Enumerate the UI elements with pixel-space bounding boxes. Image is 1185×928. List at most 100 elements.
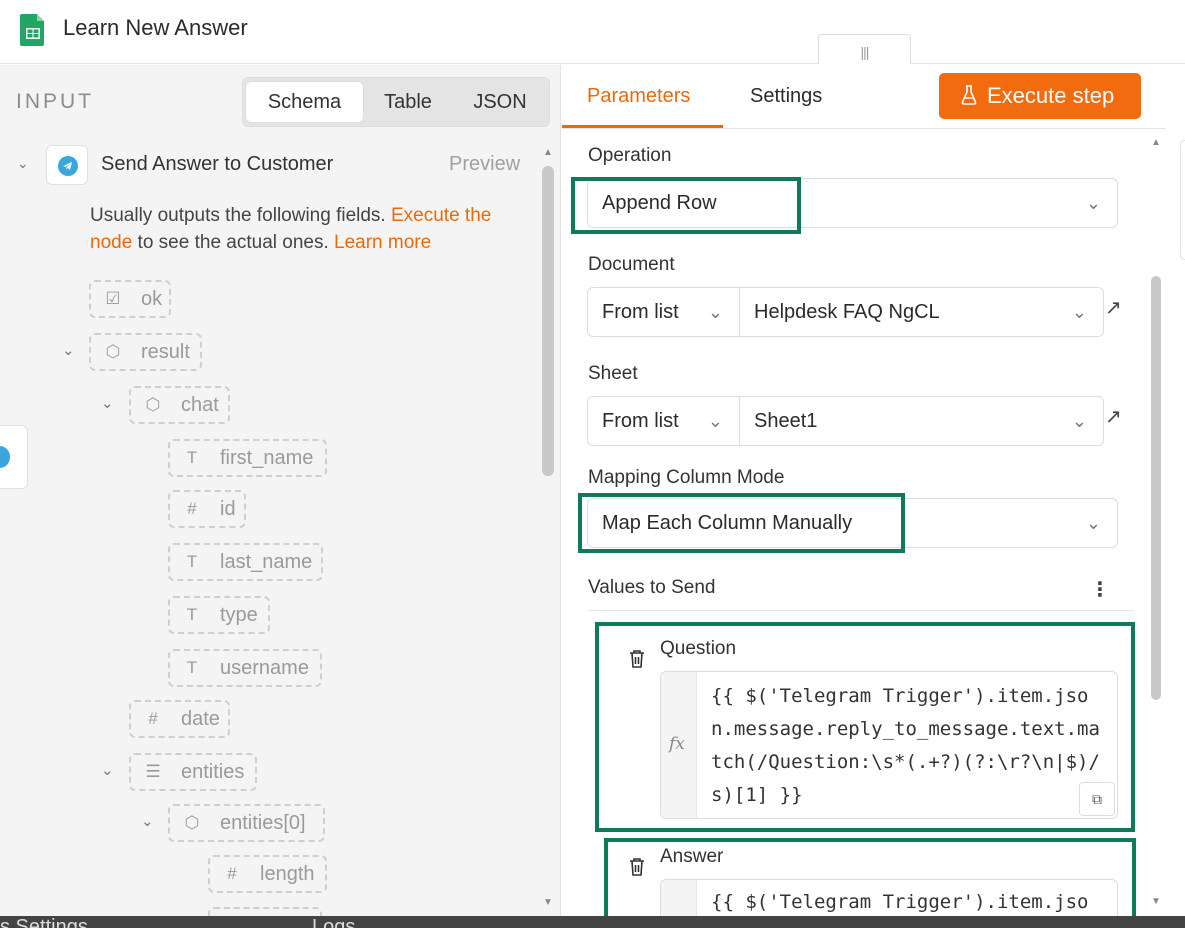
schema-field-partial[interactable]	[208, 907, 322, 916]
string-type-icon: T	[186, 552, 198, 571]
preview-label: Preview	[449, 153, 521, 175]
schema-field-entities[interactable]: ☰ entities	[129, 753, 257, 791]
chevron-down-icon[interactable]: ⌄	[141, 812, 154, 830]
schema-field-label: entities[0]	[220, 812, 306, 834]
telegram-icon	[58, 156, 78, 176]
telegram-node-icon	[46, 145, 88, 185]
schema-field-label: result	[141, 341, 190, 363]
view-tab-schema[interactable]: Schema	[246, 82, 363, 122]
execute-step-label: Execute step	[987, 83, 1115, 108]
schema-field-label: id	[220, 498, 236, 520]
modal-header: Learn New Answer |||	[0, 0, 1185, 64]
highlight-box-operation	[571, 177, 801, 234]
input-node-row[interactable]: ⌄ Send Answer to Customer Preview	[0, 145, 540, 187]
learn-more-link[interactable]: Learn more	[334, 232, 431, 253]
schema-field-first-name[interactable]: Tfirst_name	[168, 439, 327, 477]
node-details-modal: Learn New Answer ||| INPUT Schema Table …	[0, 0, 1185, 916]
input-panel-scroll-thumb[interactable]	[542, 166, 554, 476]
view-mode-switcher: Schema Table JSON	[242, 77, 550, 127]
document-mode-select[interactable]: From list ⌄	[587, 287, 740, 337]
tabs-divider	[562, 128, 1166, 129]
document-value-select[interactable]: Helpdesk FAQ NgCL ⌄	[739, 287, 1104, 337]
schema-field-label: type	[220, 604, 258, 626]
chevron-down-icon: ⌄	[707, 302, 723, 322]
scroll-down-arrow[interactable]: ▼	[1151, 896, 1161, 907]
schema-field-type[interactable]: Ttype	[168, 596, 270, 634]
input-panel: INPUT Schema Table JSON ⌄ Send Answer to…	[0, 65, 561, 916]
schema-field-entities-0[interactable]: ⬡ entities[0]	[168, 804, 325, 842]
google-sheets-icon	[20, 14, 44, 46]
telegram-icon	[0, 446, 10, 468]
document-label: Document	[588, 254, 675, 275]
schema-field-label: date	[181, 708, 220, 730]
boolean-type-icon: ☑	[105, 289, 121, 308]
mapping-mode-label: Mapping Column Mode	[588, 467, 785, 488]
number-type-icon: #	[227, 864, 237, 883]
scroll-up-arrow[interactable]: ▲	[543, 147, 553, 158]
scroll-down-arrow[interactable]: ▼	[543, 897, 553, 908]
highlight-box-mapping	[578, 493, 905, 553]
object-type-icon: ⬡	[184, 813, 200, 832]
external-link-icon[interactable]: ↗	[1105, 295, 1122, 320]
schema-field-result[interactable]: ⬡ result	[89, 333, 202, 371]
view-tab-table[interactable]: Table	[365, 82, 451, 122]
document-mode-value: From list	[602, 301, 679, 323]
highlight-box-answer	[604, 838, 1136, 916]
sheet-value: Sheet1	[754, 410, 818, 432]
schema-field-label: ok	[141, 288, 163, 310]
external-link-icon[interactable]: ↗	[1105, 404, 1122, 429]
object-type-icon: ⬡	[105, 342, 121, 361]
schema-field-date[interactable]: # date	[129, 700, 230, 738]
drag-handle-icon[interactable]: |||	[818, 34, 911, 64]
schema-field-length[interactable]: # length	[208, 855, 327, 893]
background-canvas-strip: s Settings Logs	[0, 914, 1185, 928]
schema-field-last-name[interactable]: Tlast_name	[168, 543, 323, 581]
schema-field-label: entities	[181, 761, 245, 783]
array-type-icon: ☰	[145, 762, 161, 781]
schema-field-label: first_name	[220, 447, 314, 469]
schema-field-ok[interactable]: ☑ ok	[89, 280, 171, 318]
number-type-icon: #	[187, 499, 197, 518]
description-text-2: to see the actual ones.	[132, 232, 335, 253]
telegram-trigger-node[interactable]	[0, 425, 28, 489]
tab-parameters[interactable]: Parameters	[587, 85, 690, 108]
string-type-icon: T	[186, 605, 198, 624]
chevron-down-icon: ⌄	[1071, 411, 1087, 431]
chevron-down-icon: ⌄	[1085, 513, 1101, 533]
values-to-send-divider	[588, 610, 1134, 611]
schema-description: Usually outputs the following fields. Ex…	[90, 202, 520, 256]
modal-title: Learn New Answer	[63, 15, 248, 40]
parameters-scroll-thumb[interactable]	[1151, 276, 1161, 700]
description-text: Usually outputs the following fields.	[90, 205, 391, 226]
chevron-down-icon[interactable]: ⌄	[17, 155, 29, 172]
highlight-box-question	[595, 622, 1135, 832]
sheet-value-select[interactable]: Sheet1 ⌄	[739, 396, 1104, 446]
background-logs-label: Logs	[312, 916, 356, 928]
tab-settings[interactable]: Settings	[750, 85, 822, 108]
document-value: Helpdesk FAQ NgCL	[754, 301, 940, 323]
schema-field-chat[interactable]: ⬡ chat	[129, 386, 230, 424]
view-tab-json[interactable]: JSON	[453, 82, 547, 122]
parameters-panel: Parameters Settings Execute step Operati…	[562, 65, 1166, 916]
sheet-label: Sheet	[588, 363, 638, 384]
sheet-mode-value: From list	[602, 410, 679, 432]
scroll-up-arrow[interactable]: ▲	[1151, 137, 1161, 148]
kebab-menu-icon[interactable]: ⋮	[1090, 577, 1110, 602]
object-type-icon: ⬡	[145, 395, 161, 414]
chevron-down-icon[interactable]: ⌄	[101, 394, 114, 412]
execute-step-button[interactable]: Execute step	[939, 73, 1141, 119]
schema-field-username[interactable]: Tusername	[168, 649, 322, 687]
output-panel-edge	[1180, 140, 1185, 260]
operation-label: Operation	[588, 145, 672, 166]
schema-field-id[interactable]: # id	[168, 490, 246, 528]
schema-field-label: length	[260, 863, 315, 885]
chevron-down-icon: ⌄	[707, 411, 723, 431]
input-node-name: Send Answer to Customer	[101, 153, 334, 175]
chevron-down-icon[interactable]: ⌄	[101, 761, 114, 779]
sheet-mode-select[interactable]: From list ⌄	[587, 396, 740, 446]
chevron-down-icon[interactable]: ⌄	[62, 341, 75, 359]
string-type-icon: T	[186, 448, 198, 467]
schema-field-label: last_name	[220, 551, 313, 573]
input-panel-label: INPUT	[16, 90, 94, 113]
schema-field-label: username	[220, 657, 309, 679]
